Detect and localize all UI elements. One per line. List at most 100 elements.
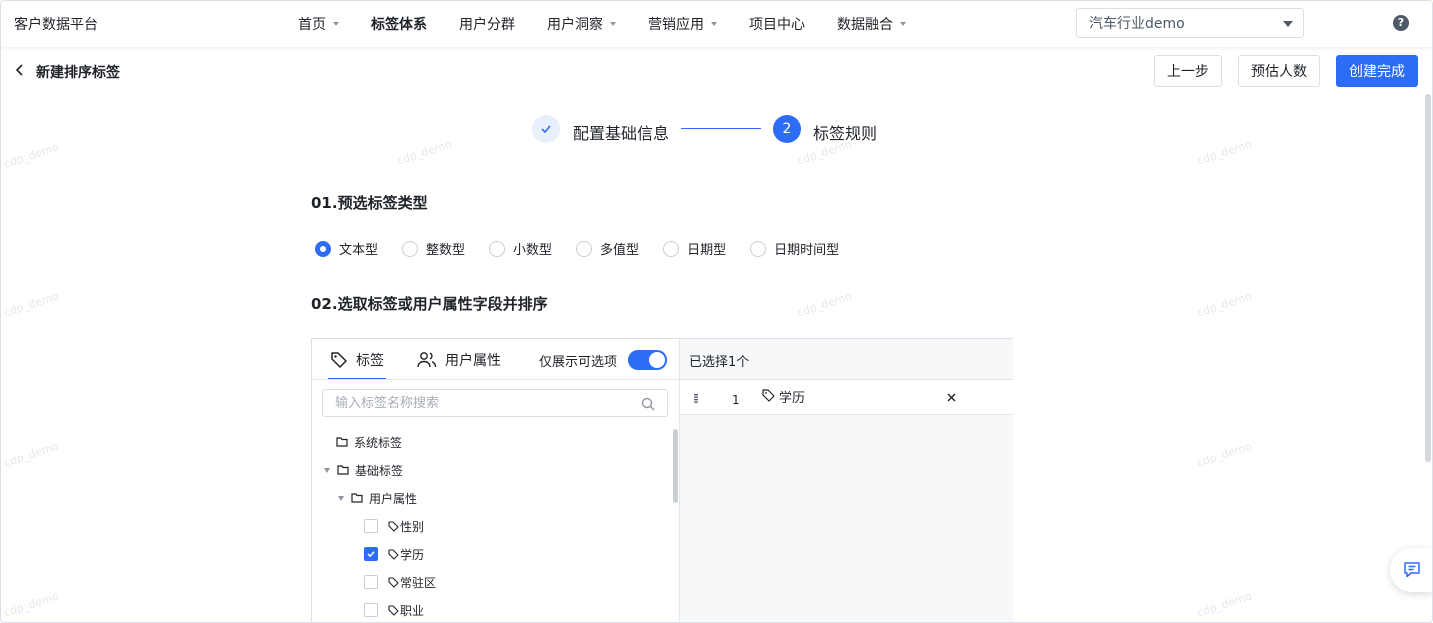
folder-icon bbox=[351, 493, 363, 503]
nav-item-tag-system[interactable]: 标签体系 bbox=[371, 14, 427, 34]
tree-leaf-label: 常驻区 bbox=[400, 575, 437, 590]
page-title: 新建排序标签 bbox=[36, 65, 120, 81]
nav-item-label: 用户洞察 bbox=[547, 17, 603, 33]
nav-item-user-insight[interactable]: 用户洞察 bbox=[547, 14, 616, 34]
folder-icon bbox=[336, 437, 348, 447]
create-button[interactable]: 创建完成 bbox=[1336, 55, 1418, 87]
top-navigation: 客户数据平台 首页 标签体系 用户分群 用户洞察 营销应用 项目中心 数据融合 … bbox=[1, 1, 1432, 47]
radio-label: 日期时间型 bbox=[774, 243, 840, 258]
expand-arrow-icon[interactable] bbox=[324, 467, 330, 473]
caret-down-icon bbox=[711, 22, 717, 26]
org-select[interactable]: 汽车行业demo bbox=[1076, 8, 1304, 38]
watermark: cdp_demo bbox=[2, 589, 61, 620]
page-scrollbar[interactable] bbox=[1425, 94, 1431, 462]
checkbox[interactable] bbox=[364, 603, 378, 617]
tree-leaf-education[interactable]: 学历 bbox=[364, 544, 424, 564]
search-icon[interactable] bbox=[641, 397, 655, 411]
radio-unchecked-icon bbox=[402, 240, 419, 257]
org-select-value: 汽车行业demo bbox=[1089, 16, 1185, 32]
selected-count: 已选择1个 bbox=[689, 355, 750, 370]
app-window: cdp_demo cdp_demo cdp_demo cdp_demo cdp_… bbox=[0, 0, 1433, 623]
tree-node-label: 基础标签 bbox=[355, 463, 404, 478]
nav-item-home[interactable]: 首页 bbox=[298, 14, 339, 34]
main-menu: 首页 标签体系 用户分群 用户洞察 营销应用 项目中心 数据融合 bbox=[298, 14, 938, 34]
nav-item-marketing[interactable]: 营销应用 bbox=[648, 14, 717, 34]
tree-node-label: 用户属性 bbox=[369, 491, 418, 506]
step1-label: 配置基础信息 bbox=[573, 124, 670, 143]
users-icon bbox=[417, 351, 437, 367]
nav-item-label: 首页 bbox=[298, 17, 326, 33]
tag-icon bbox=[388, 576, 399, 588]
selected-pane: 已选择1个 1 学历 bbox=[679, 339, 1013, 622]
folder-icon bbox=[337, 465, 349, 475]
tree-node-system-tags[interactable]: 系统标签 bbox=[336, 432, 402, 452]
tree-leaf-gender[interactable]: 性别 bbox=[364, 516, 424, 536]
feedback-button[interactable] bbox=[1390, 548, 1432, 592]
tree-leaf-label: 学历 bbox=[400, 547, 425, 562]
chat-icon bbox=[1404, 562, 1420, 578]
checkbox[interactable] bbox=[364, 547, 378, 561]
drag-handle-icon[interactable] bbox=[694, 394, 698, 403]
watermark: cdp_demo bbox=[2, 439, 61, 470]
nav-item-projects[interactable]: 项目中心 bbox=[749, 14, 805, 34]
check-icon bbox=[367, 551, 375, 558]
watermark: cdp_demo bbox=[795, 289, 854, 320]
tag-search-input[interactable] bbox=[323, 390, 623, 416]
tree-leaf-resident-area[interactable]: 常驻区 bbox=[364, 572, 436, 592]
nav-item-data-fusion[interactable]: 数据融合 bbox=[837, 14, 906, 34]
divider bbox=[312, 379, 679, 380]
radio-integer[interactable]: 整数型 bbox=[402, 239, 465, 258]
radio-multi-value[interactable]: 多值型 bbox=[576, 239, 639, 258]
estimate-button[interactable]: 预估人数 bbox=[1238, 55, 1320, 87]
check-icon bbox=[541, 125, 551, 134]
tag-icon bbox=[762, 389, 775, 402]
radio-unchecked-icon bbox=[663, 240, 680, 257]
radio-date[interactable]: 日期型 bbox=[663, 239, 726, 258]
nav-item-label: 项目中心 bbox=[749, 17, 805, 33]
checkbox[interactable] bbox=[364, 519, 378, 533]
tab-label: 标签 bbox=[356, 352, 384, 369]
close-icon[interactable] bbox=[947, 393, 956, 402]
app-brand: 客户数据平台 bbox=[14, 17, 98, 33]
radio-unchecked-icon bbox=[576, 240, 593, 257]
watermark: cdp_demo bbox=[1195, 289, 1254, 320]
step-number-icon: 2 bbox=[773, 115, 801, 143]
back-arrow-icon[interactable] bbox=[13, 63, 27, 77]
radio-checked-icon bbox=[315, 240, 331, 257]
checkbox[interactable] bbox=[364, 575, 378, 589]
tag-selector-panel: 标签 用户属性 仅展示可选项 系统标签 基础标签 bbox=[311, 338, 1013, 622]
nav-item-label: 标签体系 bbox=[371, 17, 427, 33]
radio-label: 多值型 bbox=[600, 243, 640, 258]
prev-step-button[interactable]: 上一步 bbox=[1154, 55, 1222, 87]
nav-item-label: 数据融合 bbox=[837, 17, 893, 33]
tree-scrollbar[interactable] bbox=[673, 429, 678, 503]
radio-unchecked-icon bbox=[750, 240, 767, 257]
tree-leaf-label: 职业 bbox=[400, 603, 425, 618]
tree-node-basic-tags[interactable]: 基础标签 bbox=[324, 460, 403, 480]
nav-item-label: 用户分群 bbox=[459, 17, 515, 33]
radio-text[interactable]: 文本型 bbox=[315, 239, 378, 258]
radio-unchecked-icon bbox=[489, 240, 506, 257]
radio-label: 日期型 bbox=[687, 243, 727, 258]
tree-node-user-attributes[interactable]: 用户属性 bbox=[338, 488, 417, 508]
tab-user-attributes[interactable]: 用户属性 bbox=[417, 339, 501, 380]
watermark: cdp_demo bbox=[1195, 439, 1254, 470]
radio-datetime[interactable]: 日期时间型 bbox=[750, 239, 839, 258]
caret-down-icon bbox=[333, 22, 339, 26]
tree-leaf-occupation[interactable]: 职业 bbox=[364, 600, 424, 620]
radio-label: 小数型 bbox=[513, 243, 553, 258]
nav-item-user-segments[interactable]: 用户分群 bbox=[459, 14, 515, 34]
tag-search-box bbox=[322, 389, 668, 417]
tree-node-label: 系统标签 bbox=[354, 435, 403, 450]
tag-icon bbox=[388, 604, 399, 616]
selected-item-index: 1 bbox=[732, 393, 740, 407]
tree-leaf-label: 性别 bbox=[400, 519, 425, 534]
expand-arrow-icon[interactable] bbox=[338, 495, 344, 501]
tab-tags[interactable]: 标签 bbox=[328, 339, 386, 380]
radio-decimal[interactable]: 小数型 bbox=[489, 239, 552, 258]
selected-item-row: 1 学历 bbox=[680, 380, 1013, 415]
show-available-toggle[interactable] bbox=[628, 350, 667, 370]
help-icon[interactable]: ? bbox=[1393, 15, 1409, 31]
watermark: cdp_demo bbox=[2, 289, 61, 320]
toggle-label: 仅展示可选项 bbox=[539, 355, 618, 370]
